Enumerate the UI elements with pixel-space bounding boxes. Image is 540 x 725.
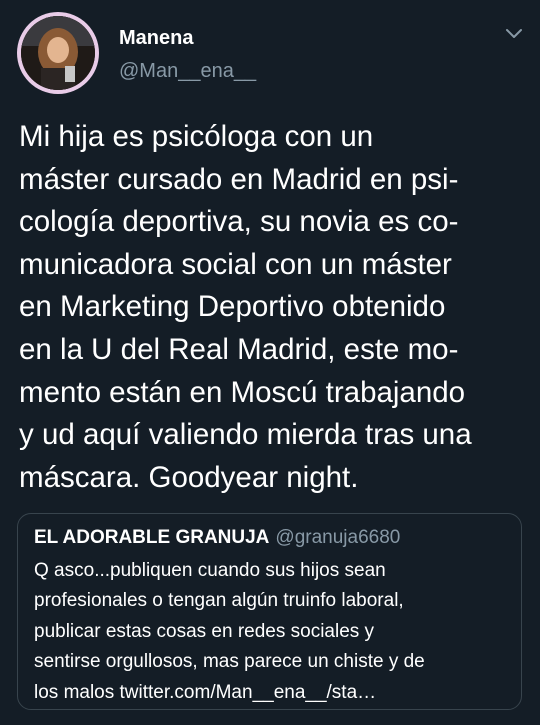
- tweet: Manena @Man__ena__ Mi hija es psicóloga …: [0, 0, 540, 725]
- avatar[interactable]: [17, 12, 99, 94]
- quoted-text-line: publicar estas cosas en redes sociales y: [34, 620, 375, 642]
- tweet-text: Mi hija es psicóloga con un máster cursa…: [19, 116, 529, 499]
- author-display-name[interactable]: Manena: [119, 27, 193, 50]
- tweet-text-line: y ud aquí valiendo mierda tras una: [19, 418, 472, 452]
- tweet-text-line: máster cursado en Madrid en psi-: [19, 162, 459, 196]
- tweet-text-line: en la U del Real Madrid, este mo-: [19, 332, 459, 366]
- chevron-down-icon[interactable]: [504, 26, 524, 42]
- quoted-author-handle: @granuja6680: [275, 527, 401, 548]
- avatar-photo: [21, 16, 95, 90]
- quoted-text-line: Q asco...publiquen cuando sus hijos sean: [34, 560, 386, 581]
- quoted-text-line: los malos twitter.com/Man__ena__/sta…: [34, 681, 377, 703]
- tweet-text-line: mento están en Moscú trabajando: [19, 375, 466, 409]
- tweet-text-line: máscara. Goodyear night.: [19, 460, 359, 494]
- quoted-text-line: profesionales o tengan algún truinfo lab…: [34, 590, 404, 612]
- author-handle[interactable]: @Man__ena__: [119, 60, 256, 83]
- tweet-text-line: municadora social con un máster: [19, 247, 452, 281]
- quoted-text-line: sentirse orgullosos, mas parece un chist…: [34, 651, 425, 673]
- quoted-tweet-card[interactable]: EL ADORABLE GRANUJA @granuja6680 Q asco..…: [17, 513, 522, 710]
- quoted-tweet-header: EL ADORABLE GRANUJA @granuja6680: [34, 526, 505, 550]
- quoted-author-name: EL ADORABLE GRANUJA: [34, 527, 270, 548]
- tweet-text-line: cología deportiva, su novia es co-: [19, 205, 459, 239]
- quoted-tweet-text: Q asco...publiquen cuando sus hijos sean…: [34, 556, 505, 708]
- tweet-text-line: en Marketing Deportivo obtenido: [19, 290, 446, 324]
- tweet-text-line: Mi hija es psicóloga con un: [19, 120, 374, 153]
